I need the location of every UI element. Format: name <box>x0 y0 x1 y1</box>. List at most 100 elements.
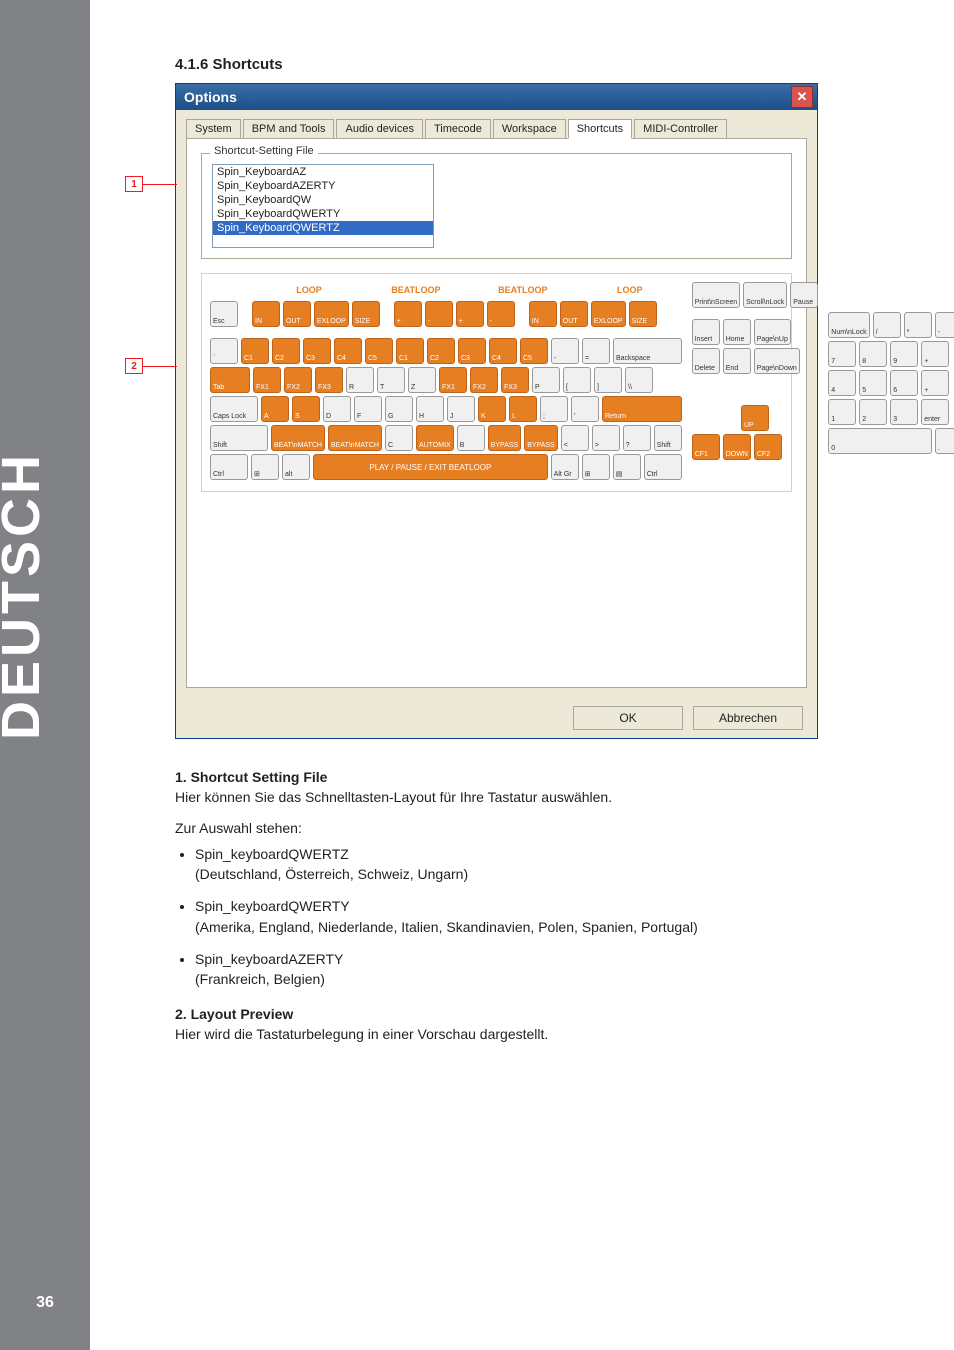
kb-key: 1 <box>828 399 856 425</box>
kb-key: [ <box>563 367 591 393</box>
kb-key: = <box>582 338 610 364</box>
kb-key: ⊞ <box>582 454 610 480</box>
kb-spacebar: PLAY / PAUSE / EXIT BEATLOOP <box>313 454 548 480</box>
kb-key: J <box>447 396 475 422</box>
kb-label-loop-r: LOOP <box>578 282 682 298</box>
kb-key: CF2 <box>754 434 782 460</box>
kb-key: Page\nUp <box>754 319 791 345</box>
kb-key: S <box>292 396 320 422</box>
kb-key: - <box>425 301 453 327</box>
tab-midi[interactable]: MIDI-Controller <box>634 119 727 139</box>
kb-key: - <box>935 312 954 338</box>
kb-key: C4 <box>334 338 362 364</box>
kb-key: ? <box>623 425 651 451</box>
kb-key: Backspace <box>613 338 682 364</box>
kb-key: C1 <box>396 338 424 364</box>
list-item[interactable]: Spin_KeyboardAZERTY <box>213 179 433 193</box>
dialog-titlebar: Options ✕ <box>176 84 817 110</box>
list-item[interactable]: Spin_KeyboardQW <box>213 193 433 207</box>
list-item-title: Spin_keyboardQWERTZ <box>195 846 349 862</box>
kb-key: EXLOOP <box>314 301 349 327</box>
kb-key: alt <box>282 454 310 480</box>
kb-key: C3 <box>303 338 331 364</box>
list-item-title: Spin_keyboardAZERTY <box>195 951 343 967</box>
kb-label-beatloop-l: BEATLOOP <box>364 282 468 298</box>
kb-key: SIZE <box>352 301 380 327</box>
kb-key: Ctrl <box>644 454 682 480</box>
kb-key: < <box>561 425 589 451</box>
kb-label-beatloop-r: BEATLOOP <box>471 282 575 298</box>
kb-key: IN <box>252 301 280 327</box>
kb-key: ⊞ <box>251 454 279 480</box>
kb-key: Return <box>602 396 682 422</box>
body-text: 1. Shortcut Setting File Hier können Sie… <box>175 767 875 1044</box>
kb-key: C2 <box>427 338 455 364</box>
list-item[interactable]: Spin_KeyboardQWERTY <box>213 207 433 221</box>
kb-key: FX3 <box>315 367 343 393</box>
kb-key: F <box>354 396 382 422</box>
paragraph: Hier können Sie das Schnelltasten-Layout… <box>175 787 875 807</box>
kb-key: End <box>723 348 751 374</box>
kb-key: BYPASS <box>524 425 558 451</box>
kb-key: 7 <box>828 341 856 367</box>
kb-key: ' <box>571 396 599 422</box>
tab-bpm[interactable]: BPM and Tools <box>243 119 335 139</box>
kb-key: C4 <box>489 338 517 364</box>
kb-key: D <box>323 396 351 422</box>
keyboard-preview: LOOP BEATLOOP BEATLOOP LOOP Esc IN OUT E… <box>201 273 792 492</box>
callout-line <box>143 366 177 367</box>
kb-key: enter <box>921 399 949 425</box>
kb-key: C5 <box>365 338 393 364</box>
close-icon[interactable]: ✕ <box>791 86 813 108</box>
dialog-title: Options <box>184 89 237 105</box>
tab-timecode[interactable]: Timecode <box>425 119 491 139</box>
kb-key: Print\nScreen <box>692 282 740 308</box>
shortcut-file-listbox[interactable]: Spin_KeyboardAZ Spin_KeyboardAZERTY Spin… <box>212 164 434 248</box>
options-dialog: Options ✕ System BPM and Tools Audio dev… <box>175 83 818 739</box>
kb-key: DOWN <box>723 434 751 460</box>
kb-key: ` <box>210 338 238 364</box>
kb-key: + <box>921 370 949 396</box>
kb-key: - <box>551 338 579 364</box>
kb-key: + <box>921 341 949 367</box>
kb-key: SIZE <box>629 301 657 327</box>
cancel-button[interactable]: Abbrechen <box>693 706 803 730</box>
kb-key: G <box>385 396 413 422</box>
kb-key: Caps Lock <box>210 396 258 422</box>
kb-key: Page\nDown <box>754 348 800 374</box>
tab-panel: Shortcut-Setting File Spin_KeyboardAZ Sp… <box>186 138 807 688</box>
tab-system[interactable]: System <box>186 119 241 139</box>
kb-key: BYPASS <box>488 425 522 451</box>
kb-key: Alt Gr <box>551 454 579 480</box>
list-item[interactable]: Spin_KeyboardAZ <box>213 165 433 179</box>
list-item-sub: (Deutschland, Österreich, Schweiz, Ungar… <box>195 866 468 882</box>
shortcut-file-group: Shortcut-Setting File Spin_KeyboardAZ Sp… <box>201 153 792 259</box>
kb-key: A <box>261 396 289 422</box>
kb-key: - <box>487 301 515 327</box>
kb-key: Delete <box>692 348 720 374</box>
callout-1: 1 <box>125 176 177 192</box>
list-item: Spin_keyboardQWERTY (Amerika, England, N… <box>195 896 875 937</box>
tab-shortcuts[interactable]: Shortcuts <box>568 119 632 139</box>
kb-key: / <box>873 312 901 338</box>
kb-key: FX3 <box>501 367 529 393</box>
tab-audio[interactable]: Audio devices <box>336 119 423 139</box>
ok-button[interactable]: OK <box>573 706 683 730</box>
kb-key: C <box>385 425 413 451</box>
list-item-selected[interactable]: Spin_KeyboardQWERTZ <box>213 221 433 235</box>
kb-key: ▤ <box>613 454 641 480</box>
paragraph: Hier wird die Tastaturbelegung in einer … <box>175 1024 875 1044</box>
section-heading: 4.1.6 Shortcuts <box>175 56 875 73</box>
subhead-2: 2. Layout Preview <box>175 1004 875 1024</box>
group-legend: Shortcut-Setting File <box>210 145 318 157</box>
kb-key: R <box>346 367 374 393</box>
callout-2-num: 2 <box>125 358 143 374</box>
kb-key: FX1 <box>439 367 467 393</box>
kb-key: > <box>592 425 620 451</box>
kb-key: Tab <box>210 367 250 393</box>
kb-key: Num\nLock <box>828 312 869 338</box>
kb-key: IN <box>529 301 557 327</box>
kb-key: 8 <box>859 341 887 367</box>
kb-key: T <box>377 367 405 393</box>
tab-workspace[interactable]: Workspace <box>493 119 566 139</box>
